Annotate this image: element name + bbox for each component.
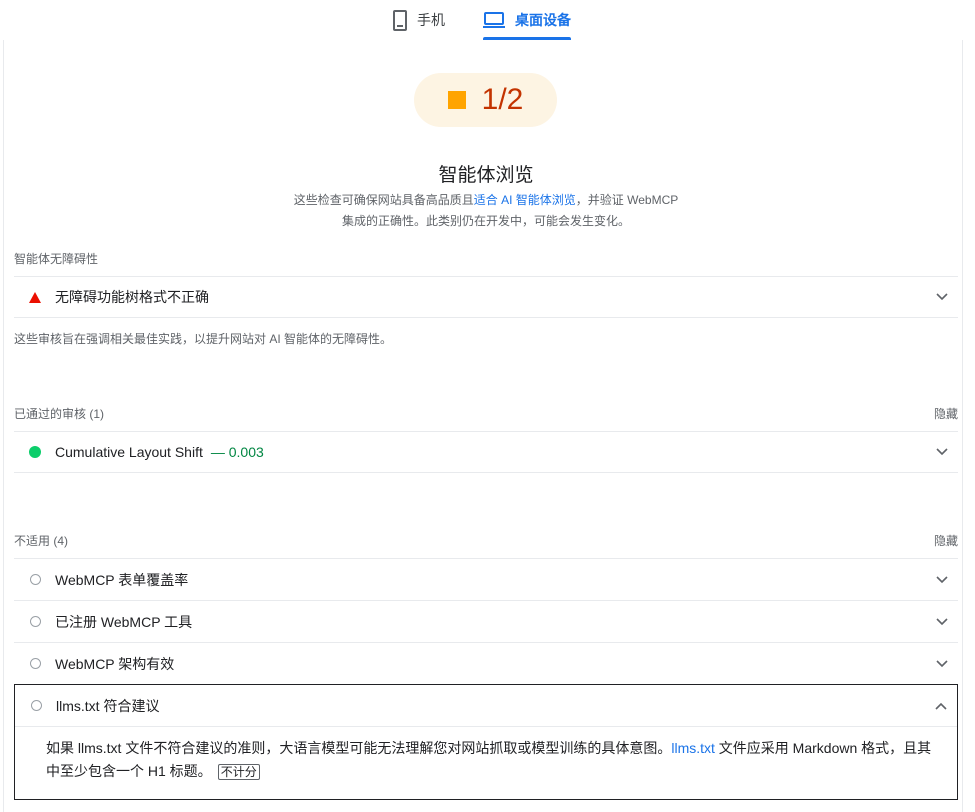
category-description: 这些检查可确保网站具备高品质且适合 AI 智能体浏览，并验证 WebMCP 集成… xyxy=(293,193,679,228)
audit-webmcp-schema-valid[interactable]: WebMCP 架构有效 xyxy=(14,642,958,684)
score-value: 1/2 xyxy=(481,83,524,116)
phone-icon xyxy=(393,9,407,31)
group-heading-passed: 已通过的审核 (1) 隐藏 xyxy=(14,405,958,422)
unscored-badge: 不计分 xyxy=(217,764,260,780)
category-score: 1/2 xyxy=(414,73,557,127)
laptop-icon xyxy=(483,12,505,28)
chevron-down-icon[interactable] xyxy=(934,444,950,460)
group-heading-not-applicable: 不适用 (4) 隐藏 xyxy=(14,532,958,549)
tab-mobile[interactable]: 手机 xyxy=(393,0,445,40)
group-description: 这些审核旨在强调相关最佳实践，以提升网站对 AI 智能体的无障碍性。 xyxy=(14,332,393,346)
chevron-down-icon[interactable] xyxy=(934,572,950,588)
audit-metric-value: — 0.003 xyxy=(210,444,264,460)
audit-webmcp-registered-tools[interactable]: 已注册 WebMCP 工具 xyxy=(14,600,958,642)
device-tabbar: 手机 桌面设备 xyxy=(0,0,975,40)
report-panel: 1/2 智能体浏览 这些检查可确保网站具备高品质且适合 AI 智能体浏览，并验证… xyxy=(3,40,963,812)
audit-title: 已注册 WebMCP 工具 xyxy=(55,613,193,630)
audit-cls[interactable]: Cumulative Layout Shift — 0.003 xyxy=(14,431,958,473)
audit-title: WebMCP 架构有效 xyxy=(55,655,175,672)
audit-llms-txt-header[interactable]: llms.txt 符合建议 xyxy=(15,685,957,727)
pass-circle-icon xyxy=(29,446,41,458)
audit-accessibility-tree[interactable]: 无障碍功能树格式不正确 xyxy=(14,276,958,318)
llms-txt-link[interactable]: llms.txt xyxy=(671,740,715,756)
tab-mobile-label: 手机 xyxy=(417,12,445,28)
chevron-down-icon[interactable] xyxy=(934,614,950,630)
audit-title: 无障碍功能树格式不正确 xyxy=(55,289,209,305)
audit-title: llms.txt 符合建议 xyxy=(56,697,160,714)
audit-llms-txt-expanded: llms.txt 符合建议 如果 llms.txt 文件不符合建议的准则，大语言… xyxy=(14,684,958,800)
hide-passed-toggle[interactable]: 隐藏 xyxy=(934,405,958,422)
not-applicable-circle-icon xyxy=(29,658,41,669)
chevron-down-icon[interactable] xyxy=(934,656,950,672)
tab-desktop[interactable]: 桌面设备 xyxy=(483,0,571,40)
category-title: 智能体浏览 xyxy=(438,165,534,186)
average-score-icon xyxy=(447,91,466,109)
audit-title: WebMCP 表单覆盖率 xyxy=(55,571,189,588)
chevron-up-icon[interactable] xyxy=(933,698,949,714)
audit-description: 如果 llms.txt 文件不符合建议的准则，大语言模型可能无法理解您对网站抓取… xyxy=(46,740,932,780)
group-heading-accessibility: 智能体无障碍性 xyxy=(14,252,99,266)
chevron-down-icon[interactable] xyxy=(934,289,950,305)
agent-browsing-link[interactable]: 适合 AI 智能体浏览 xyxy=(474,193,576,207)
not-applicable-circle-icon xyxy=(29,574,41,585)
audit-title: Cumulative Layout Shift xyxy=(55,444,203,460)
tab-desktop-label: 桌面设备 xyxy=(515,12,571,28)
not-applicable-circle-icon xyxy=(29,616,41,627)
fail-triangle-icon xyxy=(29,291,41,303)
not-applicable-circle-icon xyxy=(30,700,42,711)
audit-webmcp-form-coverage[interactable]: WebMCP 表单覆盖率 xyxy=(14,558,958,600)
hide-not-applicable-toggle[interactable]: 隐藏 xyxy=(934,532,958,549)
